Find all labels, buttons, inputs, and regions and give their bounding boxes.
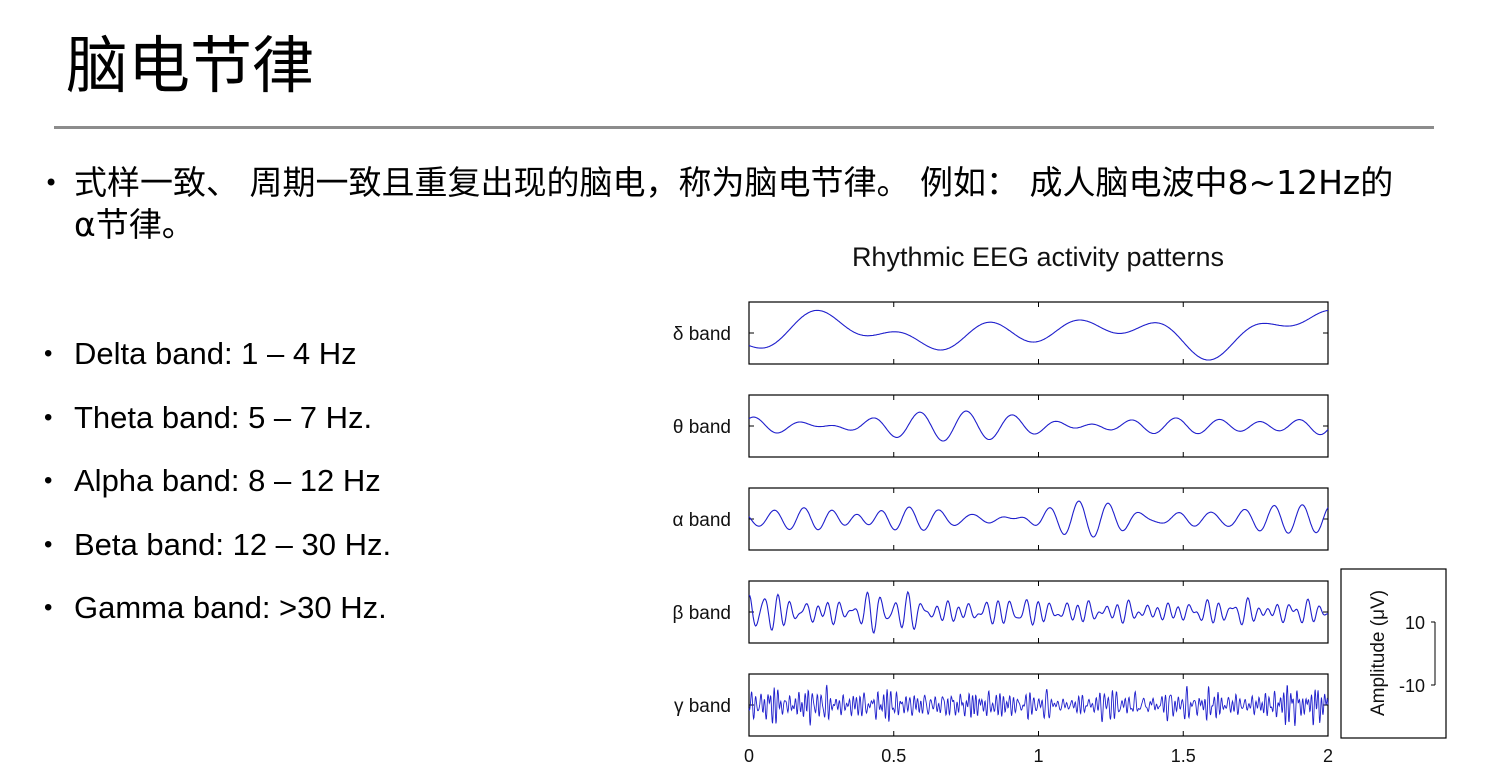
band-waveform [748,684,1329,727]
band-text: Delta band: 1 – 4 Hz [74,336,357,371]
band-item-theta: • Theta band: 5 – 7 Hz. [44,396,391,460]
bullet-dot: • [44,403,53,431]
bullet-dot: • [44,467,53,494]
x-tick-label: 2 [1323,746,1333,766]
title-divider [54,126,1434,129]
scale-bar-box [1340,568,1447,739]
band-item-gamma: • Gamma band: >30 Hz. [44,586,391,650]
x-tick-label: 1 [1033,746,1043,766]
band-waveform [748,500,1329,538]
chart-title: Rhythmic EEG activity patterns [852,242,1224,272]
x-tick-label: 0 [744,746,754,766]
band-waveform [748,309,1329,361]
band-text: Gamma band: >30 Hz. [74,590,387,625]
band-text: Alpha band: 8 – 12 Hz [74,463,381,498]
scale-bar-label: Amplitude (μV) [1368,590,1389,716]
band-label: γ band [674,696,731,717]
bullet-dot: • [44,340,53,367]
x-tick-label: 0.5 [881,746,906,766]
band-text: Beta band: 12 – 30 Hz. [74,526,392,562]
x-tick-label: 1.5 [1171,746,1196,766]
band-label: δ band [673,324,731,345]
band-waveform [748,410,1329,442]
band-text: Theta band: 5 – 7 Hz. [74,399,373,435]
band-waveform [748,590,1329,635]
panel-frame [748,487,1329,551]
bullet-dot: • [44,169,59,197]
band-item-beta: • Beta band: 12 – 30 Hz. [44,523,391,587]
slide-title: 脑电节律 [66,29,315,102]
panel-frame [748,301,1329,365]
band-list: • Delta band: 1 – 4 Hz • Theta band: 5 – 7… [44,332,391,650]
bullet-dot: • [44,594,53,621]
band-label: β band [673,603,731,624]
panel-frame [748,580,1329,644]
band-item-delta: • Delta band: 1 – 4 Hz [44,332,391,396]
band-label: θ band [673,417,731,438]
scale-bar-top-tick: 10 [1405,613,1425,633]
band-item-alpha: • Alpha band: 8 – 12 Hz [44,459,391,523]
scale-bar-bottom-tick: -10 [1399,676,1425,696]
band-label: α band [672,510,731,531]
eeg-chart: Rhythmic EEG activity patterns δ band θ b… [672,242,1447,766]
bullet-dot: • [44,530,53,558]
